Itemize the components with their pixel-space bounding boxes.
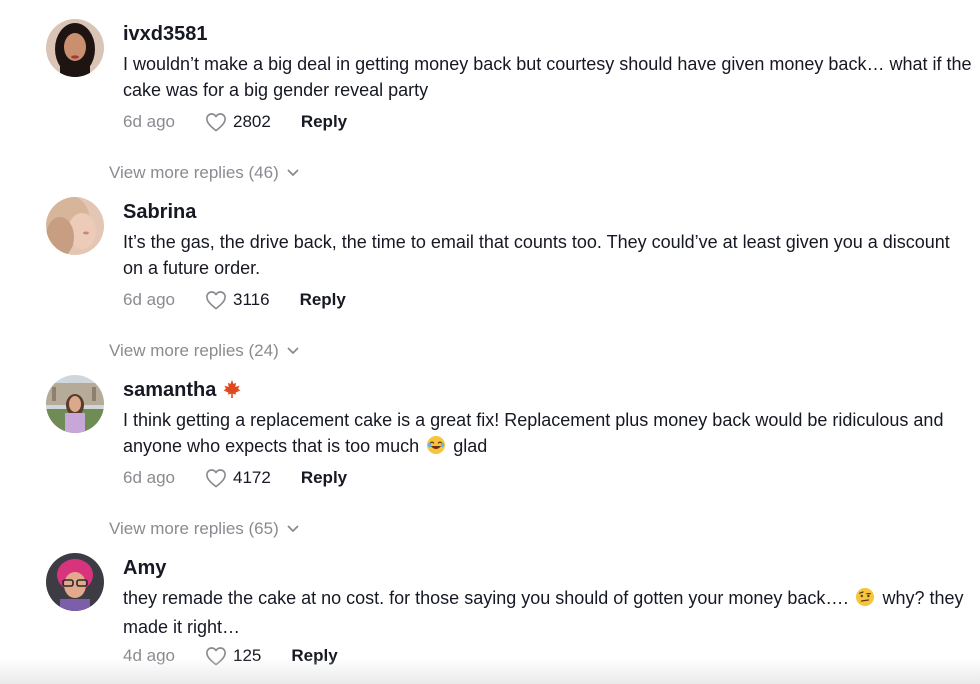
comment-text: they remade the cake at no cost. for tho… <box>123 585 973 640</box>
comment-text: It’s the gas, the drive back, the time t… <box>123 232 950 278</box>
comment-time: 6d ago <box>123 112 175 131</box>
comment-text: I wouldn’t make a big deal in getting mo… <box>123 54 972 100</box>
like-button[interactable]: 2802 <box>205 112 271 132</box>
chevron-down-icon <box>287 169 299 176</box>
like-count: 4172 <box>233 468 271 487</box>
heart-icon <box>206 113 226 132</box>
comment-username[interactable]: ivxd3581 <box>123 21 208 47</box>
comment-username[interactable]: Amy <box>123 555 166 581</box>
heart-icon <box>206 647 226 666</box>
reply-button[interactable]: Reply <box>291 646 337 666</box>
comments-panel: ivxd3581 I wouldn’t make a big deal in g… <box>0 0 980 684</box>
avatar-image <box>46 197 104 255</box>
reply-button[interactable]: Reply <box>301 112 347 132</box>
comment-time: 6d ago <box>123 290 175 309</box>
reply-button[interactable]: Reply <box>300 290 346 310</box>
comment-meta: 6d ago 2802 Reply <box>123 110 347 134</box>
view-more-replies-button[interactable]: View more replies (65) <box>109 519 299 539</box>
comment-text: I think getting a replacement cake is a … <box>123 407 973 462</box>
view-more-replies-button[interactable]: View more replies (24) <box>109 341 299 361</box>
avatar-image <box>46 19 104 77</box>
view-more-replies-label: View more replies (65) <box>109 519 279 538</box>
like-count: 3116 <box>233 290 270 309</box>
reply-button[interactable]: Reply <box>301 468 347 488</box>
avatar[interactable] <box>46 375 104 433</box>
like-button[interactable]: 4172 <box>205 468 271 488</box>
comment-meta: 4d ago 125 Reply <box>123 644 338 668</box>
view-more-replies-button[interactable]: View more replies (46) <box>109 163 299 183</box>
view-more-replies-label: View more replies (24) <box>109 341 279 360</box>
like-count: 2802 <box>233 112 271 131</box>
comment-text-part: glad <box>453 436 488 456</box>
like-count: 125 <box>233 646 262 665</box>
comment-text-part: they remade the cake at no cost. for tho… <box>123 588 849 608</box>
avatar-image <box>46 553 104 611</box>
view-more-replies-label: View more replies (46) <box>109 163 279 182</box>
maple-leaf-icon <box>222 379 242 406</box>
comment-time: 4d ago <box>123 646 175 665</box>
chevron-down-icon <box>287 347 299 354</box>
heart-icon <box>206 291 226 310</box>
comment-meta: 6d ago 4172 Reply <box>123 466 347 490</box>
comment-username[interactable]: Sabrina <box>123 199 196 225</box>
username-text: samantha <box>123 379 217 401</box>
comment-text-part: I think getting a replacement cake is a … <box>123 410 944 456</box>
avatar[interactable] <box>46 19 104 77</box>
raised-eyebrow-face-icon <box>855 587 875 614</box>
comment-username[interactable]: samantha <box>123 377 242 406</box>
comment-time: 6d ago <box>123 468 175 487</box>
laughing-crying-face-icon <box>426 435 446 462</box>
chevron-down-icon <box>287 525 299 532</box>
heart-icon <box>206 469 226 488</box>
avatar-image <box>46 375 104 433</box>
comment-meta: 6d ago 3116 Reply <box>123 288 346 312</box>
like-button[interactable]: 3116 <box>205 290 270 310</box>
like-button[interactable]: 125 <box>205 646 261 666</box>
avatar[interactable] <box>46 197 104 255</box>
avatar[interactable] <box>46 553 104 611</box>
